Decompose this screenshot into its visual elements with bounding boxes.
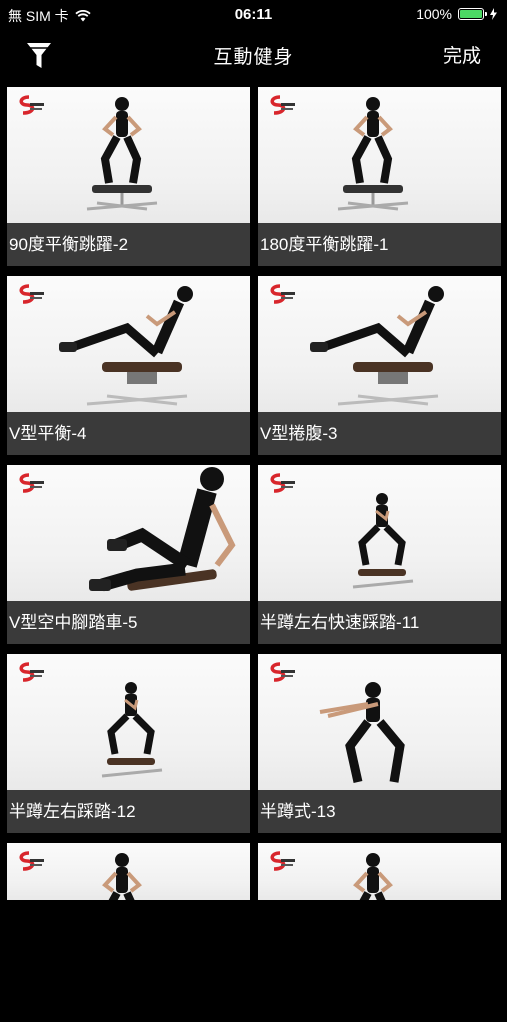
exercise-title: 半蹲左右踩踏-12 [7,790,250,833]
exercise-thumbnail [258,843,501,900]
exercise-thumbnail [258,465,501,601]
exercise-title: V型空中腳踏車-5 [7,601,250,644]
done-button[interactable]: 完成 [443,41,481,68]
exercise-title: V型平衡-4 [7,412,250,455]
exercise-card[interactable]: 半蹲式-13 [258,654,501,833]
status-right: 100% [416,6,497,22]
exercise-card[interactable]: 半蹲左右快速踩踏-11 [258,465,501,644]
exercise-card[interactable] [258,843,501,1022]
exercise-title: 180度平衡跳躍-1 [258,223,501,266]
battery-fill [460,10,483,18]
status-bar: 無 SIM 卡 06:11 100% [0,0,507,30]
exercise-thumbnail [7,654,250,790]
exercise-thumbnail [7,87,250,223]
exercise-thumbnail [7,276,250,412]
exercise-thumbnail [7,465,250,601]
exercise-card[interactable]: V型空中腳踏車-5 [7,465,250,644]
exercise-title: V型捲腹-3 [258,412,501,455]
exercise-card[interactable]: 180度平衡跳躍-1 [258,87,501,266]
exercise-card[interactable]: V型平衡-4 [7,276,250,455]
exercise-thumbnail [258,276,501,412]
exercise-grid: 90度平衡跳躍-2 180度平衡跳躍-1 V型平衡-4 V型捲腹-3 V型空中腳踏車-5… [7,87,501,1022]
exercise-card[interactable]: 半蹲左右踩踏-12 [7,654,250,833]
exercise-title: 半蹲左右快速踩踏-11 [258,601,501,644]
exercise-thumbnail [258,654,501,790]
exercise-thumbnail [7,843,250,900]
battery-percent: 100% [416,6,452,22]
exercise-thumbnail [258,87,501,223]
exercise-card[interactable]: 90度平衡跳躍-2 [7,87,250,266]
exercise-card[interactable] [7,843,250,1022]
battery-icon [458,8,487,20]
exercise-card[interactable]: V型捲腹-3 [258,276,501,455]
exercise-title: 半蹲式-13 [258,790,501,833]
page-title: 互動健身 [213,47,294,68]
charging-icon [490,8,497,20]
nav-bar: 互動健身 完成 [0,30,507,80]
exercise-title: 90度平衡跳躍-2 [7,223,250,266]
